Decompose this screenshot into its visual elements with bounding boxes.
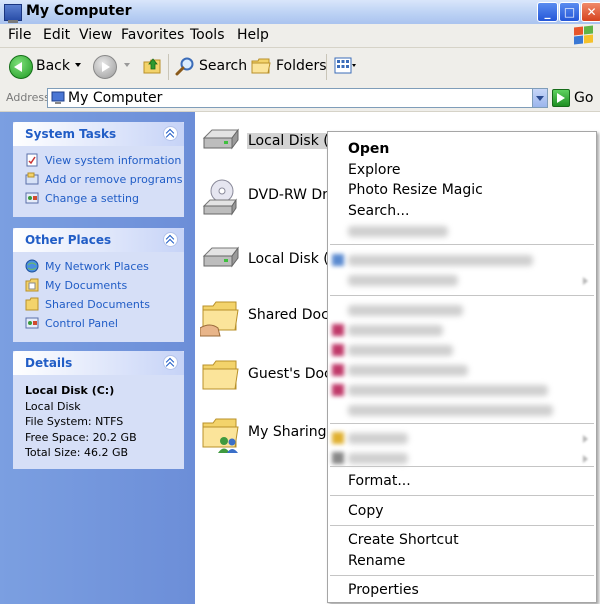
address-value: My Computer <box>68 90 163 106</box>
menu-edit[interactable]: Edit <box>43 27 70 43</box>
my-computer-icon <box>51 91 65 104</box>
details-panel: Details Local Disk (C:) Local Disk File … <box>13 351 184 469</box>
drive-local-disk-c[interactable]: Local Disk (C: <box>195 124 345 172</box>
details-total-size: Total Size: 46.2 GB <box>25 446 129 459</box>
menu-file[interactable]: File <box>8 27 31 43</box>
menu-bar: File Edit View Favorites Tools Help <box>0 24 600 48</box>
drive-label: Local Disk (E <box>248 251 338 267</box>
system-info-icon <box>26 153 38 167</box>
menu-separator <box>330 495 594 496</box>
collapse-icon[interactable] <box>163 355 178 370</box>
place-shared-documents[interactable]: Shared Documents <box>13 296 184 315</box>
menu-format[interactable]: Format... <box>348 473 411 489</box>
forward-dropdown-icon[interactable] <box>124 63 130 67</box>
hard-disk-icon <box>202 128 239 150</box>
toolbar: Back Search Folders <box>0 48 600 87</box>
folder-icon <box>25 297 39 311</box>
menu-explore[interactable]: Explore <box>348 162 401 178</box>
folders-icon[interactable] <box>251 58 271 74</box>
folder-label: My Sharing F <box>248 424 340 440</box>
task-pane: System Tasks View system information Add… <box>0 112 195 604</box>
up-folder-icon[interactable] <box>143 56 162 74</box>
my-computer-icon <box>4 4 22 23</box>
add-remove-programs-icon <box>25 172 39 185</box>
title-bar: My Computer _ □ ✕ <box>0 0 600 24</box>
go-arrow-icon[interactable] <box>552 89 570 107</box>
drive-dvd-rw[interactable]: DVD-RW Driv <box>195 178 340 226</box>
folder-shared-documents[interactable]: Shared Docu <box>195 298 338 346</box>
system-tasks-panel: System Tasks View system information Add… <box>13 122 184 217</box>
collapse-icon[interactable] <box>163 126 178 141</box>
sharing-folder-icon <box>202 418 239 453</box>
minimize-button[interactable]: _ <box>537 2 558 22</box>
task-change-a-setting[interactable]: Change a setting <box>13 190 184 209</box>
menu-create-shortcut[interactable]: Create Shortcut <box>348 532 459 548</box>
other-places-title: Other Places <box>25 233 112 247</box>
documents-folder-icon <box>25 278 39 292</box>
shared-folder-icon <box>200 301 239 337</box>
system-tasks-header[interactable]: System Tasks <box>13 122 184 146</box>
folder-guests-documents[interactable]: Guest's Docu <box>195 357 341 405</box>
details-free-space: Free Space: 20.2 GB <box>25 430 137 444</box>
details-file-system: File System: NTFS <box>25 415 124 428</box>
details-header[interactable]: Details <box>13 351 184 375</box>
views-icon[interactable] <box>334 56 356 76</box>
control-panel-icon <box>25 192 39 204</box>
folder-my-sharing[interactable]: My Sharing F <box>195 415 339 463</box>
context-menu: Open Explore Photo Resize Magic Search..… <box>327 131 597 603</box>
folder-label: Shared Docu <box>248 307 338 323</box>
forward-arrow-icon[interactable] <box>93 55 117 79</box>
menu-copy[interactable]: Copy <box>348 503 384 519</box>
other-places-header[interactable]: Other Places <box>13 228 184 252</box>
place-control-panel[interactable]: Control Panel <box>13 315 184 334</box>
address-bar: Address My Computer Go <box>0 86 600 112</box>
details-title: Details <box>25 356 73 370</box>
search-button[interactable]: Search <box>199 58 247 74</box>
network-places-icon <box>25 259 39 273</box>
menu-help[interactable]: Help <box>237 27 269 43</box>
folder-icon <box>202 360 239 390</box>
collapse-icon[interactable] <box>163 232 178 247</box>
menu-separator <box>330 575 594 576</box>
details-type: Local Disk <box>25 399 81 413</box>
maximize-button[interactable]: □ <box>559 2 580 22</box>
task-view-system-information[interactable]: View system information <box>13 152 184 171</box>
address-input[interactable]: My Computer <box>47 88 547 108</box>
back-dropdown-icon[interactable] <box>75 63 81 67</box>
other-places-panel: Other Places My Network Places My Docume… <box>13 228 184 342</box>
address-dropdown-icon[interactable] <box>532 88 548 108</box>
menu-view[interactable]: View <box>79 27 112 43</box>
system-tasks-title: System Tasks <box>25 127 117 141</box>
menu-search[interactable]: Search... <box>348 203 409 219</box>
go-button[interactable]: Go <box>574 90 593 106</box>
window-title: My Computer <box>26 3 132 19</box>
back-arrow-icon[interactable] <box>9 55 33 79</box>
details-name: Local Disk (C:) <box>25 384 115 397</box>
menu-rename[interactable]: Rename <box>348 553 405 569</box>
toolbar-separator <box>168 54 169 80</box>
menu-favorites[interactable]: Favorites <box>121 27 184 43</box>
place-my-network-places[interactable]: My Network Places <box>13 258 184 277</box>
address-label: Address <box>6 91 50 104</box>
close-button[interactable]: ✕ <box>581 2 600 22</box>
menu-properties[interactable]: Properties <box>348 582 419 598</box>
dvd-drive-icon <box>202 179 237 216</box>
hard-disk-icon <box>202 246 239 268</box>
toolbar-separator <box>326 54 327 80</box>
menu-photo-resize-magic[interactable]: Photo Resize Magic <box>348 182 483 198</box>
search-icon[interactable] <box>175 56 195 76</box>
menu-separator <box>330 466 594 467</box>
blurred-menu-section <box>328 220 596 464</box>
drive-local-disk-e[interactable]: Local Disk (E <box>195 242 338 290</box>
control-panel-icon <box>25 317 39 329</box>
back-button[interactable]: Back <box>36 58 70 74</box>
folders-button[interactable]: Folders <box>276 58 327 74</box>
task-add-remove-programs[interactable]: Add or remove programs <box>13 171 184 190</box>
menu-tools[interactable]: Tools <box>190 27 225 43</box>
place-my-documents[interactable]: My Documents <box>13 277 184 296</box>
menu-open[interactable]: Open <box>348 141 389 157</box>
menu-separator <box>330 525 594 526</box>
windows-logo-icon <box>572 25 594 45</box>
